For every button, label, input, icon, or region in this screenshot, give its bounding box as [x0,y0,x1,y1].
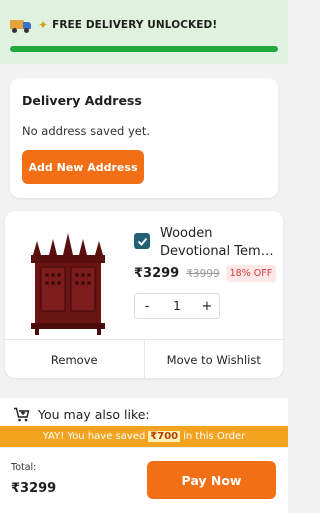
free-delivery-banner: ✦ FREE DELIVERY UNLOCKED! [0,0,288,64]
product-title-line2: Devotional Temple [160,244,276,259]
remove-button[interactable]: Remove [5,340,144,379]
move-to-wishlist-button[interactable]: Move to Wishlist [143,340,284,379]
quantity-stepper: - 1 + [134,293,220,319]
product-title[interactable]: Wooden Devotional Temple [160,225,276,261]
recommendations-header: You may also like: [13,407,150,422]
product-title-line1: Wooden [160,226,213,241]
address-title: Delivery Address [22,93,142,108]
recommendations-heading: You may also like: [38,407,150,422]
sale-price: ₹3299 [134,266,180,281]
banner-row: ✦ FREE DELIVERY UNLOCKED! [10,18,218,33]
savings-suffix: in this Order [183,431,246,442]
savings-prefix: YAY! You have saved [42,431,146,442]
product-image[interactable] [27,231,109,335]
add-to-cart-icon [14,407,30,422]
pay-now-button[interactable]: Pay Now [147,461,276,499]
checkmark-icon [137,237,147,246]
address-empty-text: No address saved yet. [22,124,151,138]
delivery-truck-icon [10,18,32,33]
item-select-checkbox[interactable] [134,233,150,249]
delivery-progress-bar [10,46,278,52]
cart-item-card: Wooden Devotional Temple ₹3299 ₹3999 18%… [5,211,283,379]
quantity-value: 1 [173,299,181,313]
price-row: ₹3299 ₹3999 18% OFF [134,265,277,282]
delivery-address-card: Delivery Address No address saved yet. A… [10,78,278,198]
decrease-quantity-button[interactable]: - [135,294,159,318]
total-value: ₹3299 [11,481,57,496]
progress-fill [10,46,278,52]
party-popper-icon: ✦ [38,18,49,32]
total-label: Total: [11,462,37,473]
original-price: ₹3999 [186,267,220,280]
savings-bar: YAY! You have saved ₹700 in this Order [0,426,288,447]
add-new-address-button[interactable]: Add New Address [22,150,144,184]
checkout-footer: Total: ₹3299 Pay Now [0,447,288,513]
banner-text: FREE DELIVERY UNLOCKED! [52,19,218,31]
item-actions: Remove Move to Wishlist [5,339,283,379]
increase-quantity-button[interactable]: + [195,294,219,318]
discount-badge: 18% OFF [225,265,277,282]
savings-amount: ₹700 [148,431,181,442]
